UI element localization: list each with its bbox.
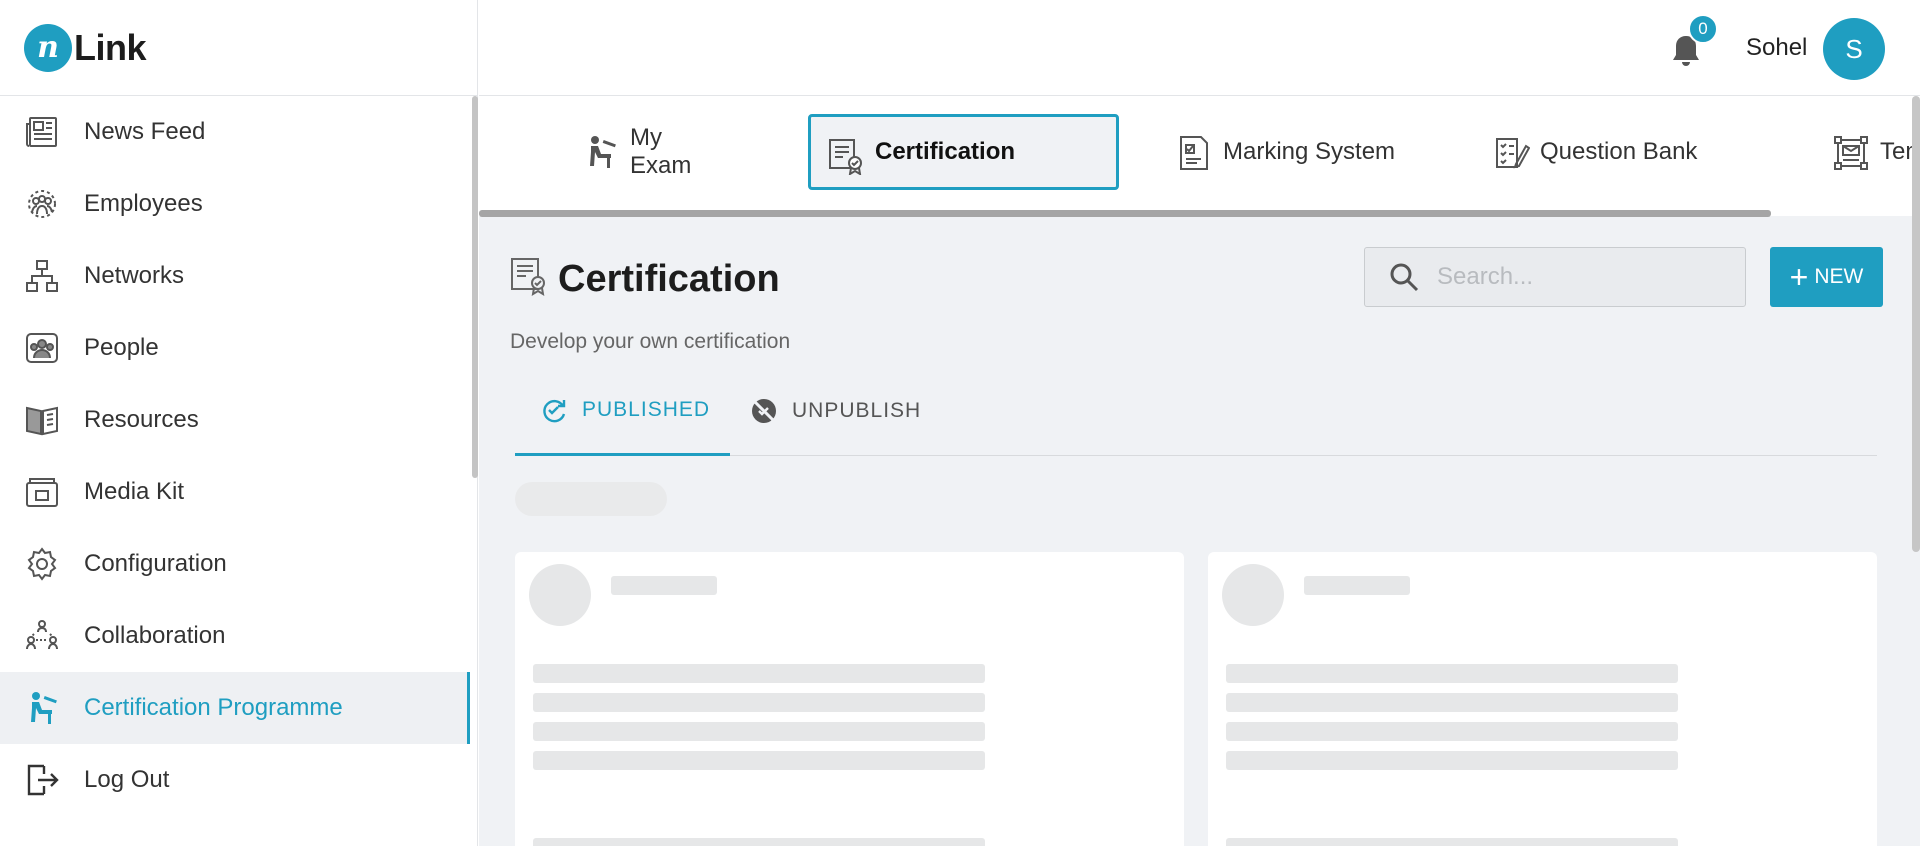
sidebar-item-resources[interactable]: Resources (0, 384, 470, 456)
sidebar-item-label: News Feed (84, 118, 206, 145)
skeleton-line (1226, 664, 1678, 683)
sidebar-item-configuration[interactable]: Configuration (0, 528, 470, 600)
sidebar-item-log-out[interactable]: Log Out (0, 744, 470, 816)
question-bank-icon (1496, 138, 1530, 169)
published-icon (543, 399, 566, 422)
book-icon (24, 402, 60, 438)
app-logo[interactable]: n Link (0, 0, 477, 96)
sidebar-item-label: Media Kit (84, 478, 185, 505)
app-root: n Link News Feed Employees Networks Peop… (0, 0, 1920, 846)
sidebar-item-label: Networks (84, 262, 185, 289)
gear-icon (24, 546, 60, 582)
main-content: My Exam Certification Marking System Que… (479, 96, 1920, 846)
search-input[interactable] (1437, 263, 1727, 291)
subtab-label: PUBLISHED (582, 397, 711, 421)
sidebar-item-people[interactable]: People (0, 312, 470, 384)
skeleton-title (1304, 576, 1410, 595)
tab-label: Marking System (1223, 138, 1396, 165)
subtab-unpublish[interactable]: UNPUBLISH (750, 366, 940, 456)
sidebar-item-label: Employees (84, 190, 203, 217)
avatar[interactable]: S (1823, 18, 1885, 80)
tab-marking-system[interactable]: Marking System (1159, 114, 1409, 190)
newspaper-icon (24, 114, 60, 150)
skeleton-avatar (529, 564, 591, 626)
logout-icon (24, 762, 60, 798)
skeleton-line (533, 664, 985, 683)
skeleton-line (1226, 838, 1678, 846)
sidebar-item-networks[interactable]: Networks (0, 240, 470, 312)
certification-card-skeleton (515, 552, 1184, 846)
notification-count-badge: 0 (1688, 14, 1718, 44)
tab-my-exam[interactable]: My Exam (566, 114, 726, 190)
tab-templates[interactable]: Temp (1816, 114, 1920, 190)
search-icon (1390, 263, 1419, 292)
sidebar-item-label: People (84, 334, 159, 361)
sidebar-item-label: Resources (84, 406, 199, 433)
skeleton-line (1226, 751, 1678, 770)
page-title: Certification (558, 258, 780, 300)
tab-certification[interactable]: Certification (808, 114, 1119, 190)
tab-label: My Exam (630, 124, 692, 179)
new-button[interactable]: + NEW (1770, 247, 1883, 307)
sidebar-item-news-feed[interactable]: News Feed (0, 96, 470, 168)
subtab-label: UNPUBLISH (792, 399, 922, 422)
new-button-label: NEW (1814, 265, 1864, 288)
plus-icon: + (1789, 259, 1809, 295)
sidebar-item-collaboration[interactable]: Collaboration (0, 600, 470, 672)
logo-text: Link (74, 26, 147, 68)
module-tabs: My Exam Certification Marking System Que… (479, 96, 1920, 217)
sidebar-item-label: Log Out (84, 766, 170, 793)
certificate-icon (829, 139, 862, 175)
main-vertical-scrollbar[interactable] (1912, 96, 1920, 552)
sidebar-item-media-kit[interactable]: Media Kit (0, 456, 470, 528)
tab-question-bank[interactable]: Question Bank (1476, 114, 1706, 190)
sidebar-item-label: Certification Programme (84, 694, 343, 721)
exam-person-icon (590, 136, 616, 168)
certificate-icon (511, 258, 545, 296)
unpublish-icon (752, 399, 776, 423)
search-box[interactable] (1364, 247, 1746, 307)
marking-icon (1180, 136, 1208, 170)
certification-card-skeleton (1208, 552, 1877, 846)
sidebar: n Link News Feed Employees Networks Peop… (0, 0, 478, 846)
logo-mark: n (24, 23, 72, 72)
sidebar-item-employees[interactable]: Employees (0, 168, 470, 240)
skeleton-line (1226, 722, 1678, 741)
skeleton-line (533, 751, 985, 770)
username[interactable]: Sohel (1746, 34, 1807, 62)
skeleton-avatar (1222, 564, 1284, 626)
collaboration-icon (24, 618, 60, 654)
sidebar-item-certification-programme[interactable]: Certification Programme (0, 672, 470, 744)
status-subtabs: PUBLISHED UNPUBLISH (515, 366, 1877, 456)
employees-icon (24, 186, 60, 222)
loading-placeholder (515, 482, 667, 516)
subtab-published[interactable]: PUBLISHED (515, 366, 730, 456)
exam-person-icon (24, 690, 60, 726)
sidebar-nav: News Feed Employees Networks People Reso… (0, 96, 470, 816)
skeleton-title (611, 576, 717, 595)
skeleton-line (533, 838, 985, 846)
people-icon (24, 330, 60, 366)
media-kit-icon (24, 474, 60, 510)
tabs-horizontal-scrollbar[interactable] (479, 210, 1771, 217)
sidebar-item-label: Configuration (84, 550, 227, 577)
skeleton-line (533, 693, 985, 712)
tab-label: Certification (875, 138, 1016, 165)
skeleton-line (533, 722, 985, 741)
skeleton-line (1226, 693, 1678, 712)
template-icon (1834, 136, 1868, 170)
tab-label: Question Bank (1540, 138, 1698, 165)
network-icon (24, 258, 60, 294)
sidebar-scrollbar[interactable] (472, 96, 478, 478)
sidebar-item-label: Collaboration (84, 622, 226, 649)
page-subtitle: Develop your own certification (510, 330, 791, 353)
